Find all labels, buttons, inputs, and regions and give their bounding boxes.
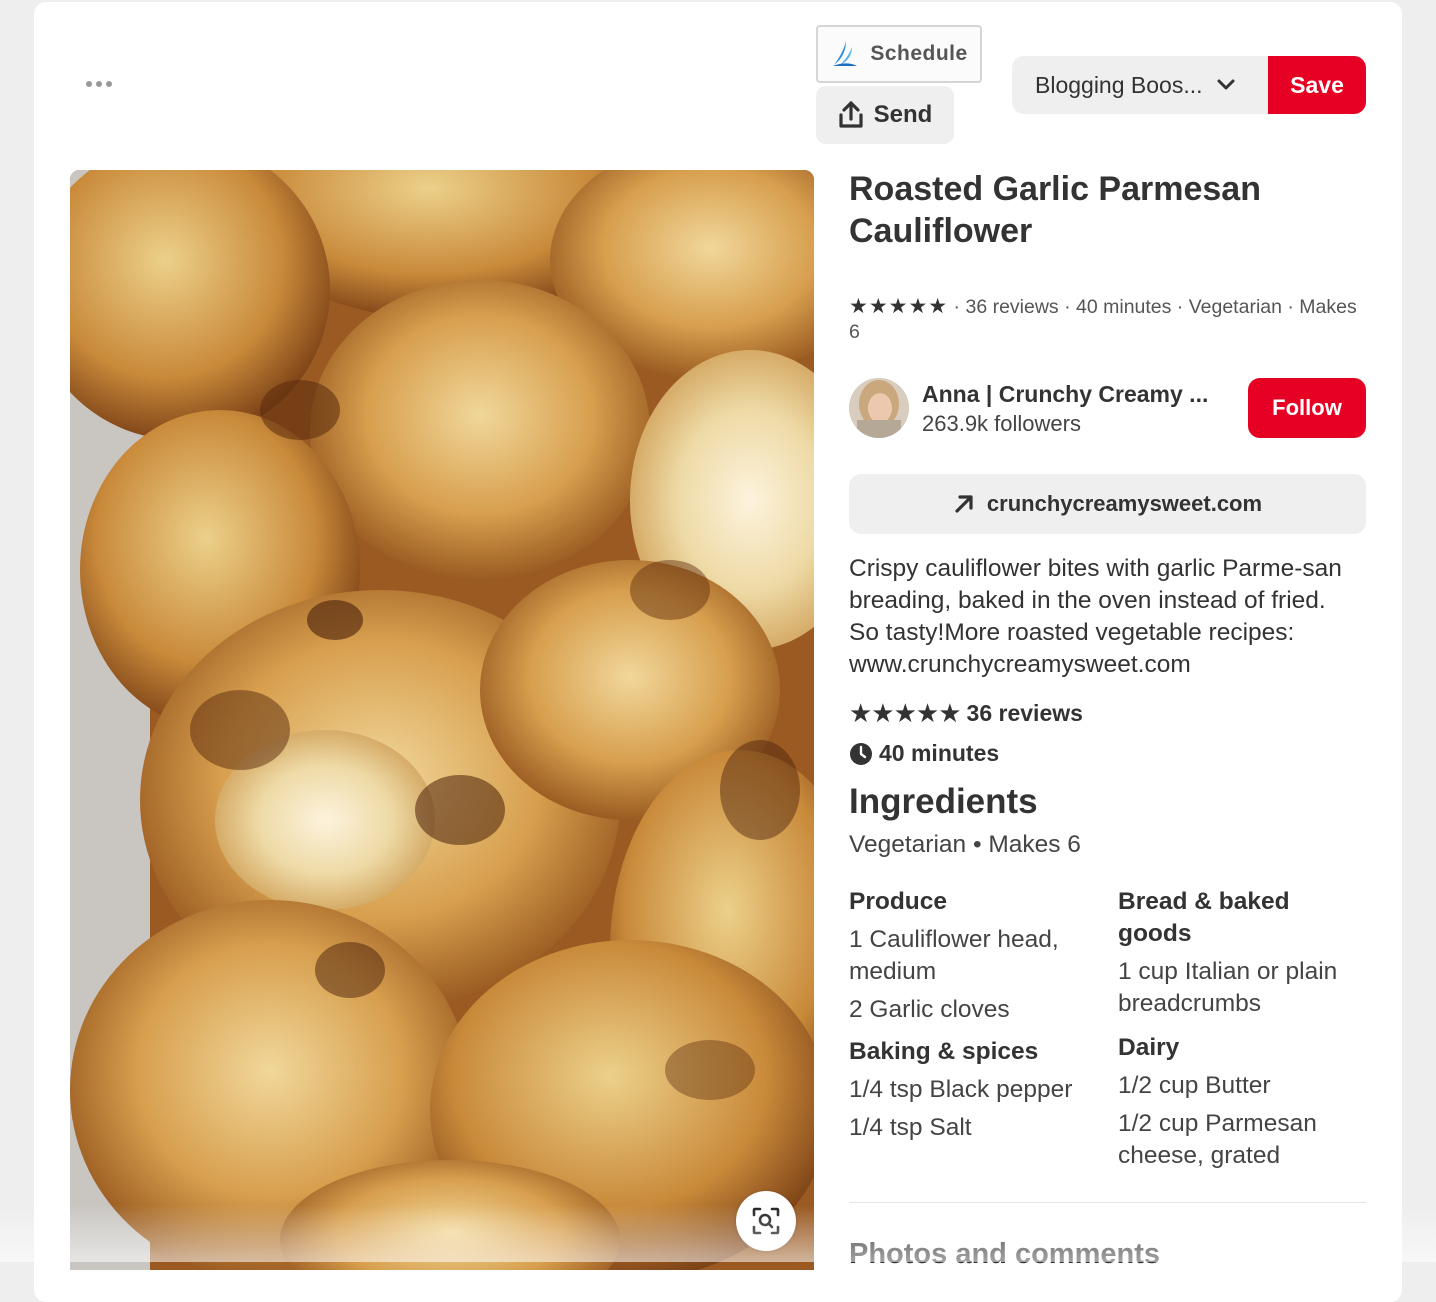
ingredient-category: Produce [849, 888, 948, 915]
board-name: Blogging Boos... [1035, 71, 1203, 98]
cook-time: 40 minutes [849, 740, 999, 767]
more-options-button[interactable] [82, 70, 116, 98]
avatar[interactable] [849, 378, 909, 438]
send-button[interactable]: Send [816, 86, 954, 144]
rating-stars: ★★★★★ [849, 295, 949, 318]
pin-title: Roasted Garlic Parmesan Cauliflower [849, 170, 1261, 250]
reviews-count: 36 reviews [966, 700, 1083, 726]
visual-search-icon [752, 1207, 780, 1235]
save-button[interactable]: Save [1268, 56, 1366, 114]
ingredient-item: 1 cup Italian or plain breadcrumbs [1118, 958, 1338, 1017]
roasted-cauliflower-photo [70, 170, 814, 1270]
visual-search-button[interactable] [736, 1191, 796, 1251]
clock-icon [850, 742, 872, 765]
follow-button[interactable]: Follow [1248, 378, 1366, 438]
ingredient-item: 1/2 cup Parmesan cheese, grated [1118, 1110, 1317, 1169]
ingredient-category: Baking & spices [849, 1038, 1039, 1065]
schedule-label: Schedule [870, 42, 968, 65]
creator-section: Anna | Crunchy Creamy ... 263.9k followe… [849, 377, 1367, 439]
creator-name[interactable]: Anna | Crunchy Creamy ... [922, 381, 1208, 408]
recipe-meta: ★★★★★ · 36 reviews · 40 minutes · Vegeta… [849, 294, 1359, 345]
ingredient-category: Dairy [1118, 1034, 1180, 1061]
source-link-text: crunchycreamysweet.com [986, 491, 1263, 516]
ingredient-item: 2 Garlic cloves [849, 996, 1010, 1023]
cook-time-text: 40 minutes [879, 740, 1000, 766]
ingredient-item: 1/2 cup Butter [1118, 1072, 1271, 1099]
ingredient-item: 1 Cauliflower head, medium [849, 926, 1059, 985]
share-upload-icon [839, 101, 863, 128]
schedule-button[interactable]: Schedule [816, 25, 982, 83]
pin-description: Crispy cauliflower bites with garlic Par… [849, 555, 1342, 678]
ingredient-item: 1/4 tsp Salt [849, 1114, 972, 1141]
reviews-summary[interactable]: ★★★★★ 36 reviews [849, 698, 1083, 729]
ingredient-category: Bread & baked goods [1118, 888, 1290, 947]
ingredients-heading: Ingredients [849, 782, 1038, 821]
board-selector-dropdown[interactable]: Blogging Boos... [1012, 56, 1268, 114]
section-divider [849, 1202, 1366, 1203]
chevron-down-icon [1217, 79, 1235, 90]
tailwind-logo-icon [833, 41, 858, 66]
pin-image[interactable] [70, 170, 814, 1270]
source-link-button[interactable]: crunchycreamysweet.com [849, 474, 1366, 534]
send-label: Send [873, 101, 933, 128]
creator-followers: 263.9k followers [922, 411, 1081, 436]
ingredients-column-left: Produce 1 Cauliflower head, medium 2 Gar… [849, 886, 1099, 1144]
ingredients-column-right: Bread & baked goods 1 cup Italian or pla… [1118, 886, 1368, 1172]
more-dots-icon [86, 81, 92, 87]
reviews-stars: ★★★★★ [849, 698, 962, 728]
photos-comments-heading: Photos and comments [849, 1238, 1160, 1270]
arrow-up-right-icon [955, 495, 973, 513]
ingredients-subtitle: Vegetarian • Makes 6 [849, 831, 1081, 858]
ingredient-item: 1/4 tsp Black pepper [849, 1076, 1073, 1103]
